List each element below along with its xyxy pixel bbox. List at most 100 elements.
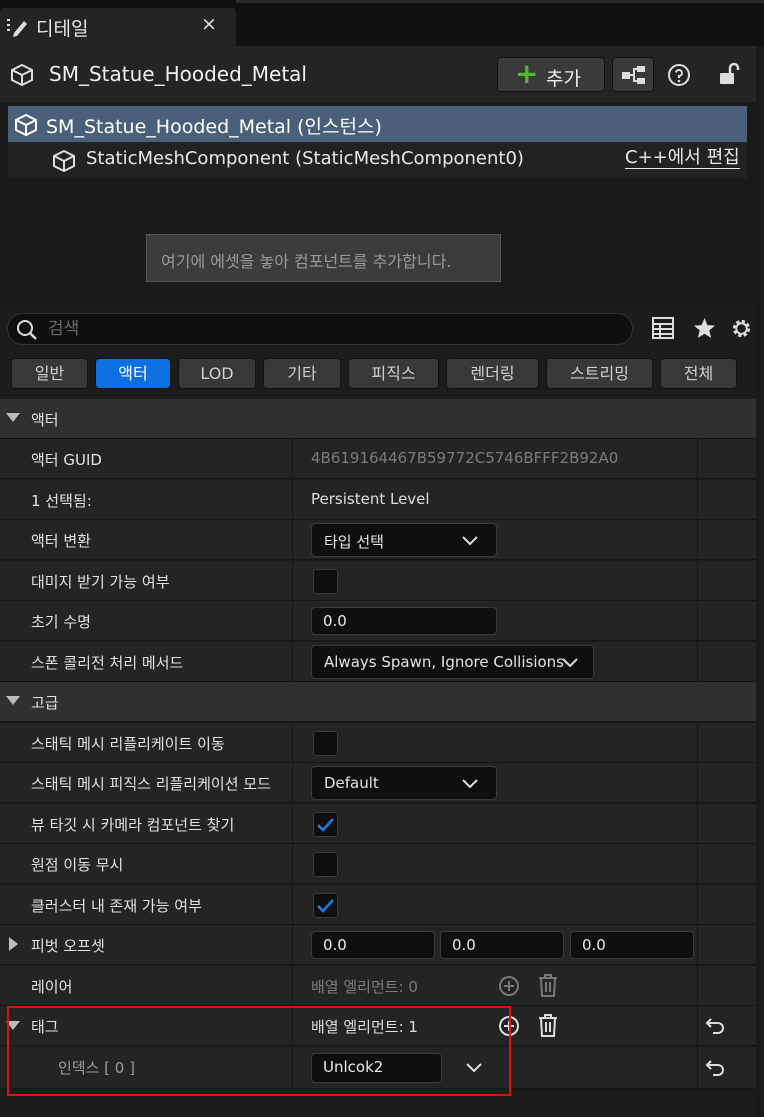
- blueprint-icon: [622, 66, 645, 84]
- prop-label: 뷰 타깃 시 카메라 컴포넌트 찾기: [31, 816, 235, 834]
- prop-physics-replication-mode: 스태틱 메시 피직스 리플리케이션 모드 Default: [0, 763, 756, 803]
- prop-label: 스태틱 메시 피직스 리플리케이션 모드: [31, 775, 271, 793]
- filter-misc[interactable]: 기타: [263, 358, 341, 389]
- filter-streaming[interactable]: 스트리밍: [546, 358, 653, 389]
- table-view-icon[interactable]: [652, 317, 674, 339]
- prop-label: 스폰 콜리전 처리 메서드: [31, 654, 184, 672]
- category-advanced[interactable]: 고급: [0, 682, 756, 722]
- prop-can-be-damaged: 대미지 받기 가능 여부: [0, 561, 756, 601]
- pivot-y-value: 0.0: [452, 936, 476, 954]
- prop-value-cell: Persistent Level: [292, 480, 697, 520]
- prop-extra-cell: [697, 439, 756, 479]
- prop-actor-transform: 액터 변환 타입 선택: [0, 520, 756, 560]
- chevron-down-icon: [562, 658, 578, 668]
- blueprint-button[interactable]: [612, 57, 654, 92]
- trash-icon[interactable]: [538, 974, 558, 997]
- star-icon[interactable]: [693, 317, 716, 339]
- tag-name-input[interactable]: Unlcok2: [311, 1053, 442, 1083]
- guid-value: 4B619164467B59772C5746BFFF2B92A0: [311, 449, 619, 467]
- prop-value-cell: 배열 엘리먼트: 0: [292, 966, 697, 1006]
- pivot-y-input[interactable]: 0.0: [440, 931, 564, 959]
- plus-icon: +: [515, 57, 539, 90]
- tab-details[interactable]: 디테일 ×: [0, 8, 236, 46]
- collapse-arrow-icon[interactable]: [6, 696, 20, 705]
- filter-actor[interactable]: 액터: [95, 358, 171, 389]
- trash-icon[interactable]: [538, 1014, 558, 1037]
- add-button-label: 추가: [546, 68, 581, 90]
- search-box[interactable]: [7, 313, 633, 345]
- add-element-icon[interactable]: [498, 1015, 520, 1037]
- filter-physics[interactable]: 피직스: [348, 358, 439, 389]
- close-icon[interactable]: ×: [200, 13, 218, 35]
- filter-lod[interactable]: LOD: [178, 358, 256, 389]
- prop-label: 1 선택됨:: [31, 492, 92, 510]
- pivot-z-value: 0.0: [582, 936, 606, 954]
- prop-value-cell: [292, 561, 697, 601]
- chevron-down-icon: [462, 536, 478, 546]
- chevron-down-icon[interactable]: [466, 1063, 482, 1073]
- filter-rendering[interactable]: 렌더링: [446, 358, 539, 389]
- cluster-checkbox[interactable]: [313, 893, 338, 918]
- prop-tags: 태그 배열 엘리먼트: 1: [0, 1006, 756, 1046]
- prop-label: 피벗 오프셋: [31, 937, 105, 955]
- lifespan-input[interactable]: 0.0: [311, 607, 497, 635]
- collapse-arrow-icon[interactable]: [6, 413, 20, 422]
- damage-checkbox[interactable]: [313, 569, 338, 594]
- prop-label: 액터 변환: [31, 532, 91, 550]
- tree-item-actor-instance[interactable]: SM_Statue_Hooded_Metal (인스턴스): [8, 106, 747, 142]
- panel-scrollbar[interactable]: [756, 46, 764, 1117]
- spawn-collision-dropdown[interactable]: Always Spawn, Ignore Collisions: [311, 645, 594, 679]
- reset-to-default-icon[interactable]: [705, 1018, 725, 1034]
- edit-in-cpp-link[interactable]: C++에서 편집: [625, 148, 740, 169]
- prop-ignore-origin-shift: 원점 이동 무시: [0, 844, 756, 884]
- replicate-checkbox[interactable]: [313, 731, 338, 756]
- lock-icon[interactable]: [718, 61, 742, 87]
- add-component-button[interactable]: + 추가: [497, 57, 605, 92]
- tag-array-count: 배열 엘리먼트: 1: [311, 1018, 418, 1036]
- prop-extra-cell: [697, 1006, 756, 1046]
- prop-find-camera-component: 뷰 타깃 시 카메라 컴포넌트 찾기: [0, 804, 756, 844]
- actor-title: SM_Statue_Hooded_Metal: [49, 62, 307, 86]
- prop-value-cell: 배열 엘리먼트: 1: [292, 1006, 697, 1046]
- prop-extra-cell: [697, 966, 756, 1006]
- prop-layers: 레이어 배열 엘리먼트: 0: [0, 966, 756, 1006]
- chevron-down-icon: [462, 779, 478, 789]
- prop-extra-cell: [697, 885, 756, 925]
- pivot-z-input[interactable]: 0.0: [570, 931, 694, 959]
- prop-extra-cell: [697, 642, 756, 682]
- pencil-icon: [7, 19, 27, 37]
- category-title: 액터: [31, 411, 59, 429]
- search-input[interactable]: [48, 317, 618, 341]
- dropdown-value: Default: [324, 774, 379, 792]
- collapse-arrow-icon[interactable]: [6, 1021, 20, 1030]
- level-value: Persistent Level: [311, 490, 430, 508]
- tree-item-label: SM_Statue_Hooded_Metal (인스턴스): [46, 116, 382, 138]
- category-actor[interactable]: 액터: [0, 399, 756, 439]
- reset-to-default-icon[interactable]: [705, 1060, 725, 1076]
- help-icon[interactable]: [667, 63, 691, 87]
- details-header: SM_Statue_Hooded_Metal + 추가: [0, 46, 756, 102]
- expand-arrow-icon[interactable]: [9, 937, 18, 951]
- tree-item-label: StaticMeshComponent (StaticMeshComponent…: [86, 148, 524, 169]
- filter-general[interactable]: 일반: [11, 358, 88, 389]
- ignore-origin-checkbox[interactable]: [313, 852, 338, 877]
- prop-label: 클러스터 내 존재 가능 여부: [31, 897, 202, 915]
- physics-replication-dropdown[interactable]: Default: [311, 766, 497, 800]
- transform-type-dropdown[interactable]: 타입 선택: [311, 523, 497, 557]
- drop-hint-text: 여기에 에셋을 놓아 컴포넌트를 추가합니다.: [161, 252, 452, 271]
- tab-bar-edge: [236, 0, 764, 3]
- prop-label: 레이어: [31, 978, 73, 996]
- prop-value-cell: 타입 선택: [292, 520, 697, 560]
- tree-item-static-mesh-component[interactable]: StaticMeshComponent (StaticMeshComponent…: [8, 142, 747, 178]
- prop-extra-cell: [697, 601, 756, 641]
- tag-name-value: Unlcok2: [323, 1058, 384, 1076]
- pivot-x-input[interactable]: 0.0: [311, 931, 435, 959]
- viewtarget-checkbox[interactable]: [313, 812, 338, 837]
- add-element-icon[interactable]: [498, 975, 520, 997]
- filter-all[interactable]: 전체: [660, 358, 737, 389]
- prop-value-cell: [292, 844, 697, 884]
- prop-extra-cell: [697, 520, 756, 560]
- gear-icon[interactable]: [730, 317, 753, 340]
- prop-extra-cell: [697, 925, 756, 965]
- prop-extra-cell: [697, 480, 756, 520]
